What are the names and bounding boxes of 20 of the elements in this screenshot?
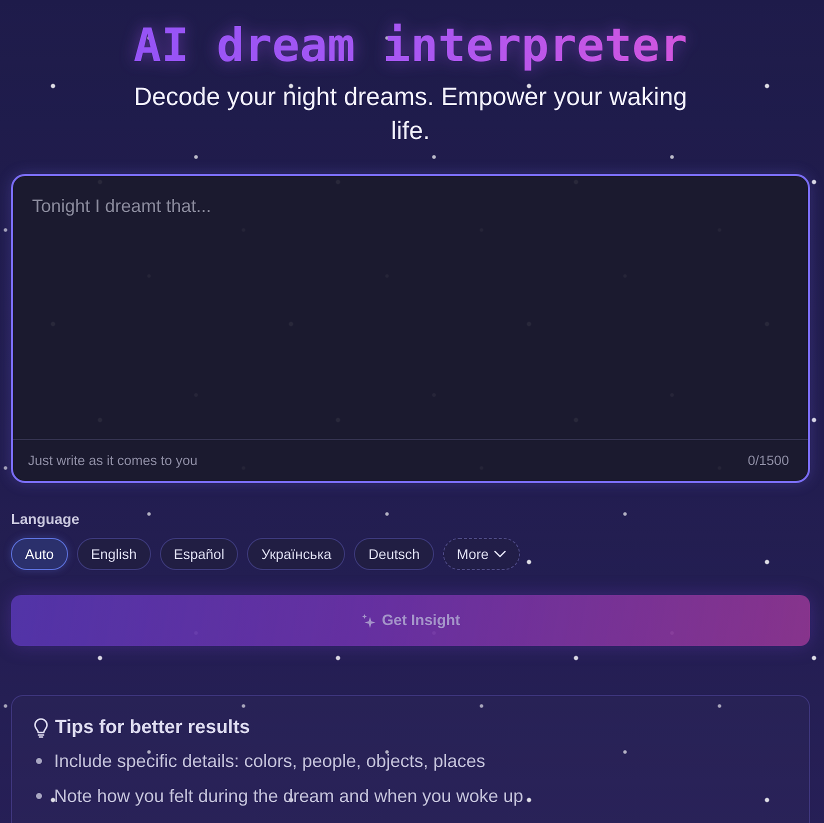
bullet-icon [36, 758, 42, 764]
character-counter: 0/1500 [748, 453, 789, 468]
sparkle-icon [360, 612, 376, 628]
tips-title: Tips for better results [55, 716, 250, 740]
language-chip[interactable]: Auto [11, 538, 68, 570]
lightbulb-icon [33, 718, 49, 738]
more-languages-button[interactable]: More [442, 538, 520, 570]
chevron-down-icon [494, 550, 506, 558]
app-subtitle: Decode your night dreams. Empower your waking life. [132, 82, 688, 147]
dream-entry-field[interactable]: Tonight I dreamt that... Just write as it comes to you 0/1500 [11, 174, 810, 483]
tip-text: Include specific details: colors, people, objects, places [54, 750, 486, 773]
bullet-icon [36, 793, 42, 799]
tip-text: Note how you felt during the dream and when you woke up [54, 785, 524, 808]
language-chip[interactable]: Español [160, 538, 238, 570]
language-chip[interactable]: Українська [247, 538, 346, 570]
language-chip[interactable]: English [76, 538, 151, 570]
dream-textarea[interactable]: Tonight I dreamt that... [13, 176, 808, 439]
helper-text: Just write as it comes to you [28, 453, 198, 468]
language-chip[interactable]: Deutsch [354, 538, 434, 570]
language-label: Language [11, 511, 80, 529]
